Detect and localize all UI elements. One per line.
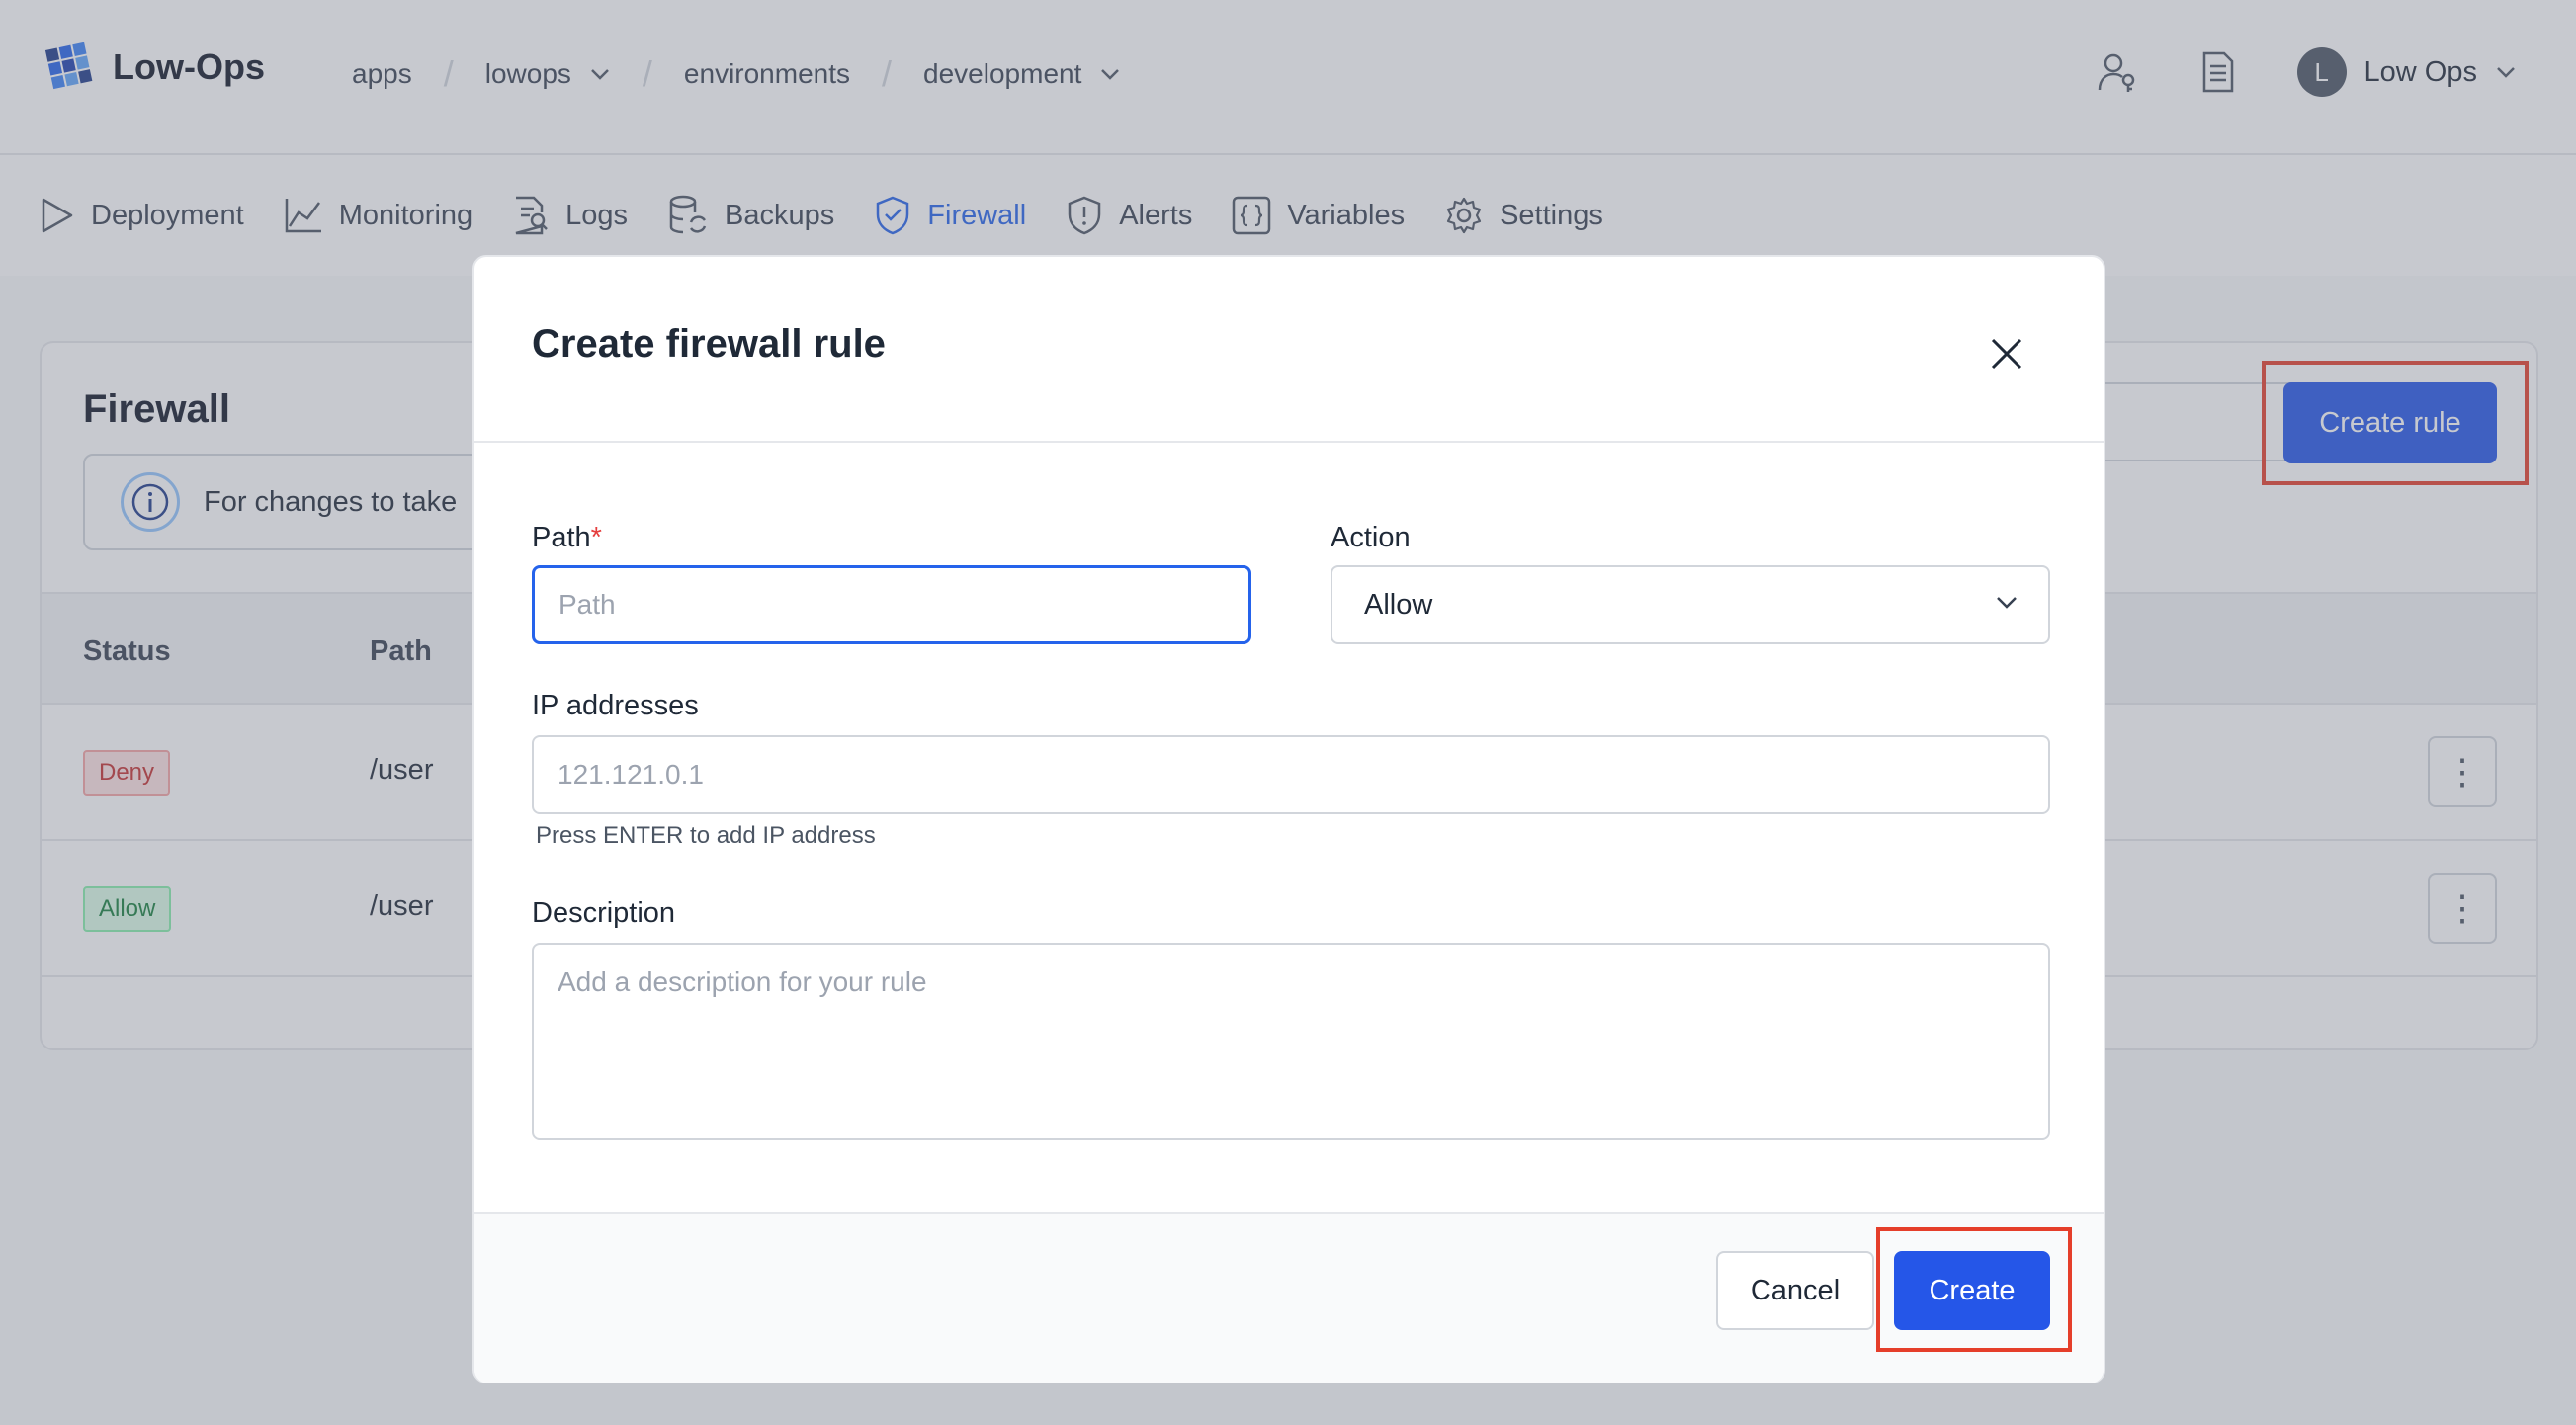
- action-label: Action: [1331, 522, 1411, 553]
- description-textarea[interactable]: [532, 943, 2050, 1140]
- path-label: Path*: [532, 522, 602, 554]
- create-firewall-rule-dialog: Create firewall rule Path* Action Allow …: [472, 255, 2105, 1383]
- close-icon[interactable]: [1987, 334, 2026, 374]
- ip-addresses-label: IP addresses: [532, 690, 699, 721]
- action-select[interactable]: Allow: [1331, 565, 2050, 644]
- required-mark: *: [590, 522, 602, 553]
- ip-hint: Press ENTER to add IP address: [536, 822, 876, 849]
- path-label-text: Path: [532, 522, 591, 553]
- action-value: Allow: [1364, 588, 1433, 621]
- ip-addresses-input[interactable]: [532, 735, 2050, 814]
- chevron-down-icon: [1997, 597, 2017, 609]
- highlight-box: [1876, 1227, 2072, 1352]
- dialog-footer: Cancel Create: [474, 1212, 2104, 1383]
- dialog-header: Create firewall rule: [474, 257, 2104, 443]
- path-input[interactable]: [532, 565, 1251, 644]
- dialog-title: Create firewall rule: [532, 322, 886, 366]
- cancel-button[interactable]: Cancel: [1716, 1251, 1874, 1330]
- description-label: Description: [532, 897, 676, 929]
